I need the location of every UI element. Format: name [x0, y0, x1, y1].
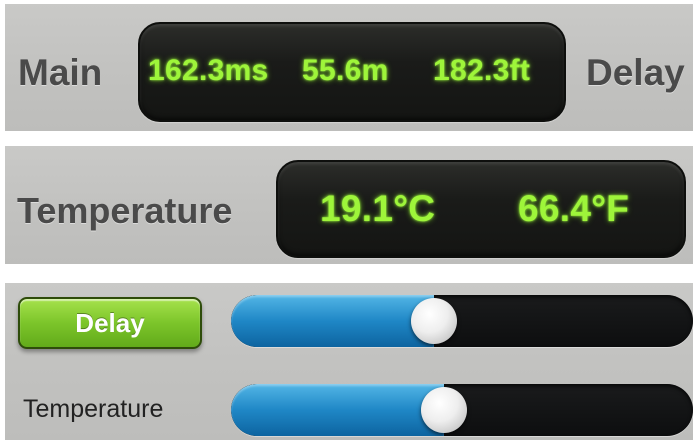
temperature-slider-fill [231, 384, 444, 436]
temperature-label: Temperature [17, 190, 233, 231]
delay-slider[interactable] [231, 295, 693, 347]
fahrenheit-value: 66.4°F [518, 188, 630, 229]
main-delay-panel: Main 162.3ms 55.6m 182.3ft Delay [5, 4, 693, 131]
delay-slider-thumb[interactable] [411, 298, 457, 344]
main-label: Main [18, 52, 103, 93]
main-lcd-display: 162.3ms 55.6m 182.3ft [138, 22, 566, 122]
celsius-value: 19.1°C [320, 188, 436, 229]
delay-slider-fill [231, 295, 434, 347]
controls-panel: Delay Temperature [5, 283, 693, 440]
temperature-lcd-display: 19.1°C 66.4°F [276, 160, 686, 258]
delay-trailing-label: Delay [586, 52, 685, 93]
delay-time-value: 162.3ms [148, 54, 269, 87]
delay-feet-value: 182.3ft [433, 54, 531, 87]
delay-calculator-screen: Main 162.3ms 55.6m 182.3ft Delay Tempera… [0, 0, 693, 440]
temperature-panel: Temperature 19.1°C 66.4°F [5, 146, 693, 264]
temperature-slider[interactable] [231, 384, 693, 436]
temperature-slider-thumb[interactable] [421, 387, 467, 433]
temperature-slider-label: Temperature [23, 395, 164, 423]
delay-button[interactable]: Delay [18, 297, 202, 349]
delay-meters-value: 55.6m [302, 54, 389, 87]
